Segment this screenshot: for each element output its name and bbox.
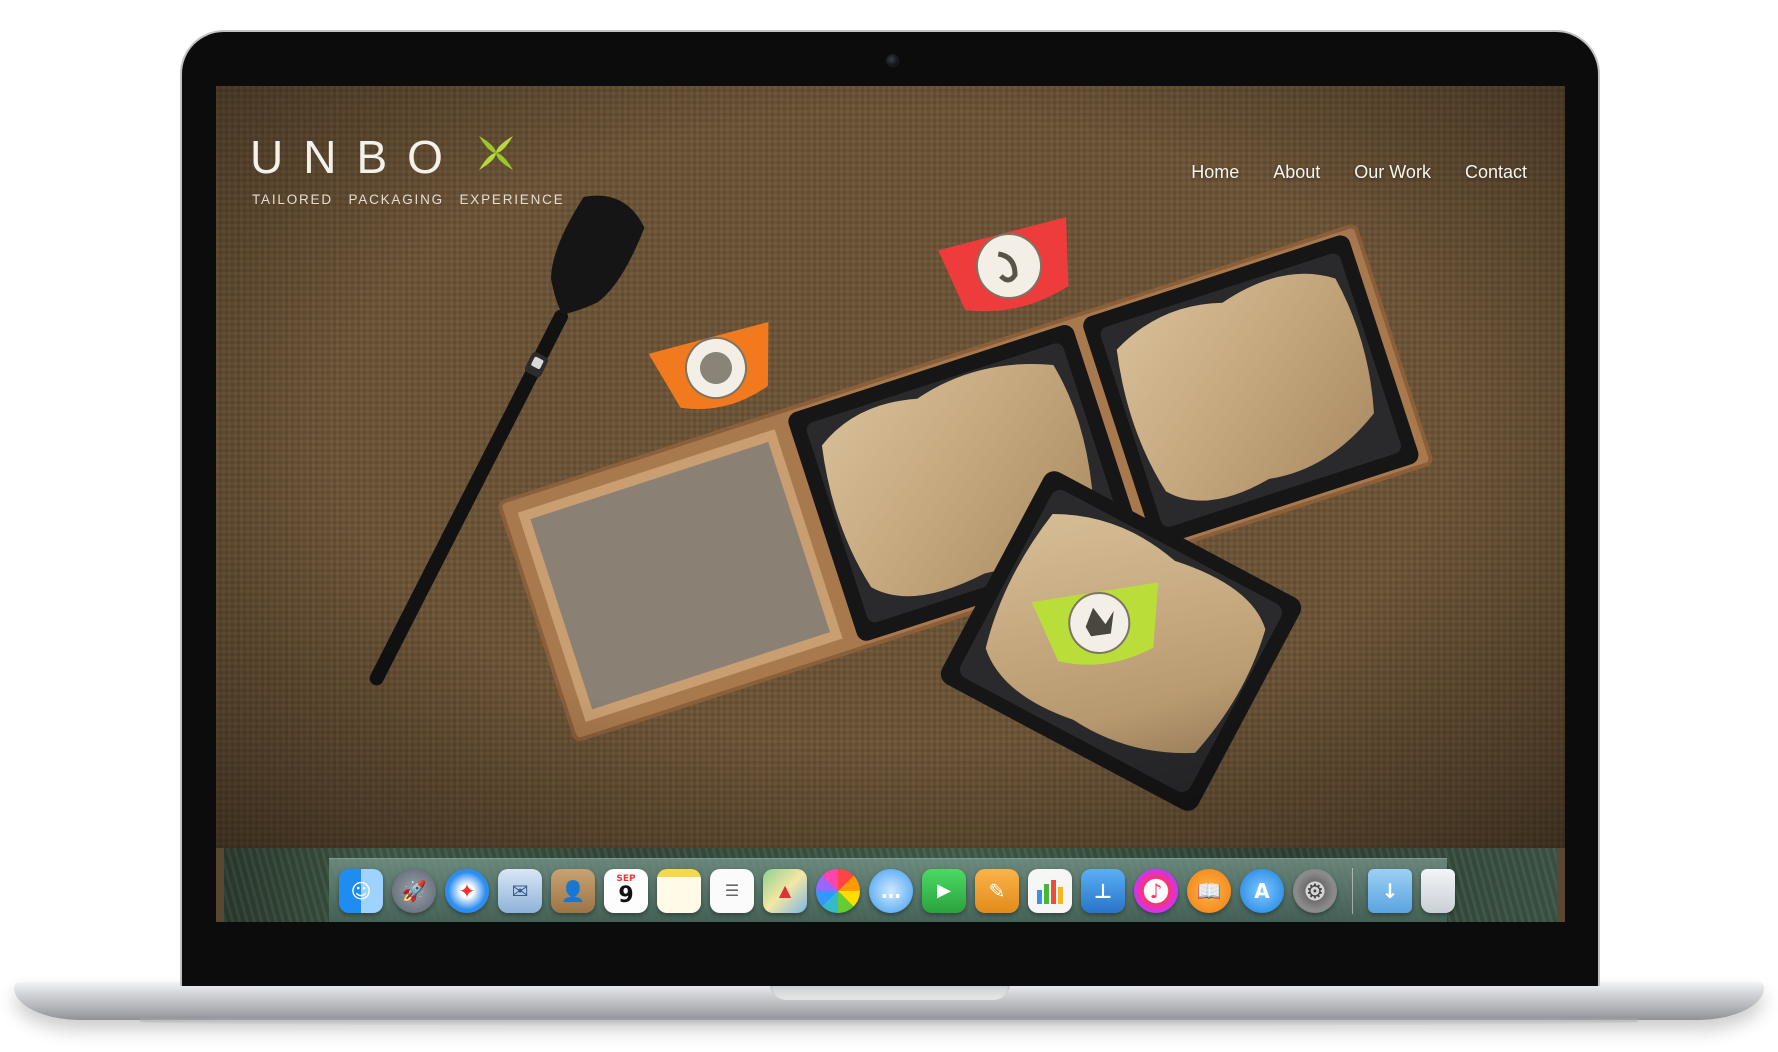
facetime-icon[interactable]: ▶: [922, 868, 966, 913]
messages-icon[interactable]: …: [869, 868, 913, 913]
dock-separator: [1352, 867, 1353, 914]
system-preferences-icon[interactable]: ⚙: [1293, 868, 1337, 913]
hero-image: UNBO TAILORED PACKAGING EXPERIENCE Home …: [216, 86, 1565, 848]
nav-home-link[interactable]: Home: [1191, 162, 1239, 183]
app-store-icon[interactable]: A: [1240, 868, 1284, 913]
mail-icon[interactable]: ✉: [498, 868, 542, 913]
notes-icon[interactable]: [657, 868, 701, 913]
downloads-icon[interactable]: ↓: [1368, 868, 1412, 913]
calendar-day: 9: [618, 882, 634, 908]
logo-wordmark: UNBO: [250, 131, 463, 183]
reminders-icon[interactable]: ☰: [710, 868, 754, 913]
safari-icon[interactable]: ✦: [445, 868, 489, 913]
numbers-bars-icon: [1037, 879, 1063, 904]
camera-icon: [887, 55, 898, 66]
nav-about-link[interactable]: About: [1273, 162, 1320, 183]
launchpad-icon[interactable]: 🚀: [392, 868, 436, 913]
finder-icon[interactable]: ☺: [339, 868, 383, 913]
ibooks-icon[interactable]: 📖: [1187, 868, 1231, 913]
nav-contact-link[interactable]: Contact: [1465, 162, 1527, 183]
nav-our-work-link[interactable]: Our Work: [1354, 162, 1431, 183]
trash-icon[interactable]: [1421, 868, 1455, 913]
main-nav: Home About Our Work Contact: [1191, 162, 1527, 183]
keynote-icon[interactable]: ⊥: [1081, 868, 1125, 913]
calendar-month: SEP: [616, 873, 636, 884]
maps-icon[interactable]: ▲: [763, 868, 807, 913]
laptop-base-shadow: [140, 1018, 1638, 1026]
contacts-icon[interactable]: 👤: [551, 868, 595, 913]
numbers-icon[interactable]: [1028, 868, 1072, 913]
screen: UNBO TAILORED PACKAGING EXPERIENCE Home …: [216, 86, 1565, 922]
photos-icon[interactable]: [816, 868, 860, 913]
logo-x-icon: [479, 136, 513, 170]
calendar-icon[interactable]: SEP 9: [604, 868, 648, 913]
macos-dock: ☺ 🚀 ✦ ✉ 👤 SEP 9 ☰ ▲ … ▶ ✎ ⊥ ♪ 📖 A ⚙ ↓: [329, 858, 1455, 922]
logo-tagline: TAILORED PACKAGING EXPERIENCE: [252, 192, 565, 207]
itunes-icon[interactable]: ♪: [1134, 868, 1178, 913]
pages-icon[interactable]: ✎: [975, 868, 1019, 913]
